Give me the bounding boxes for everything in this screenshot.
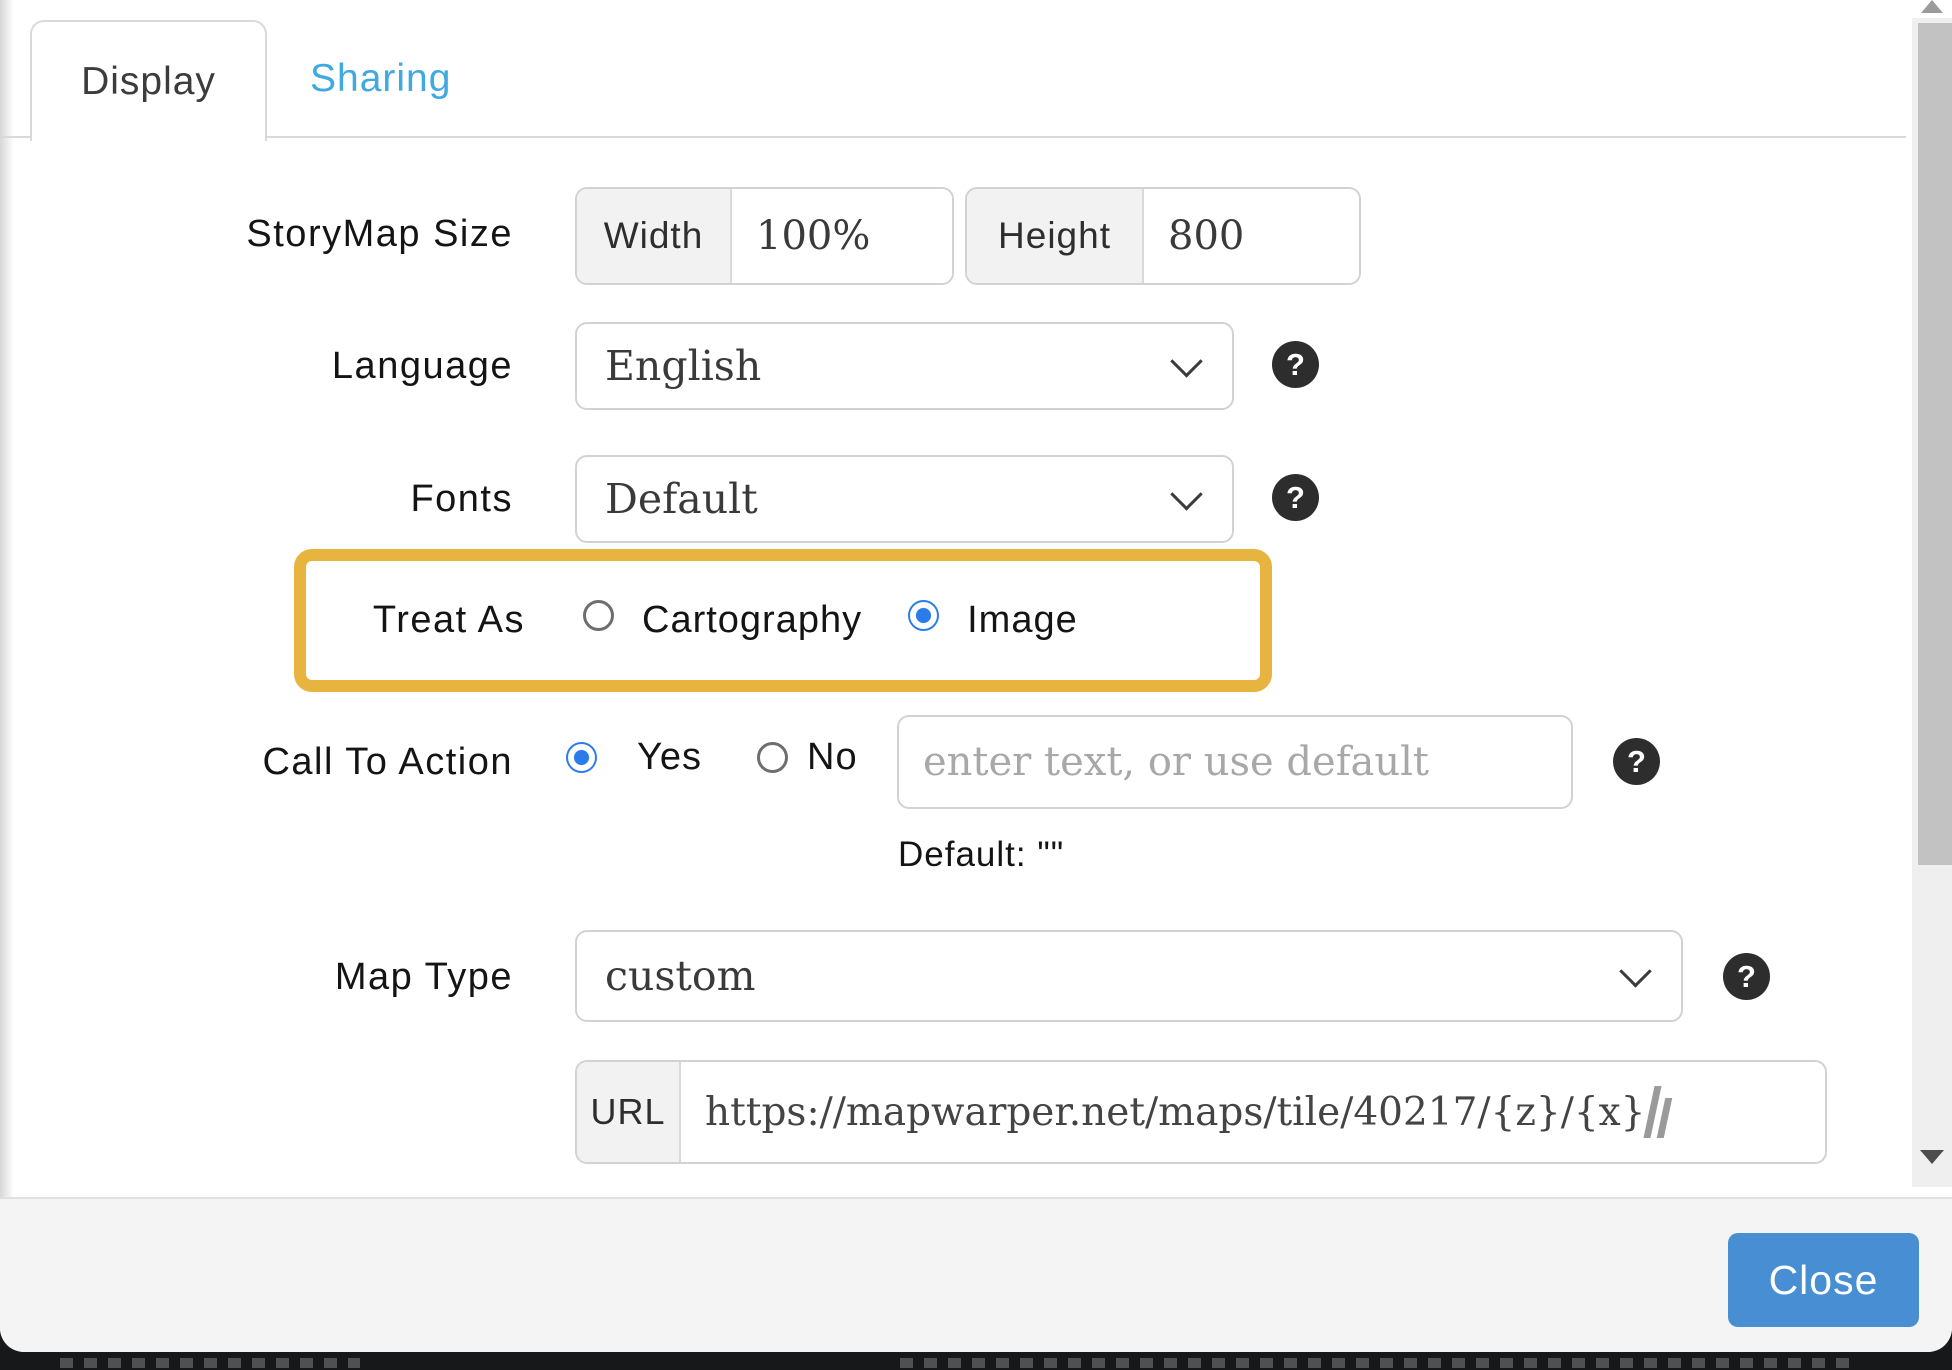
scroll-up-arrow-icon[interactable] <box>1921 0 1943 13</box>
treat-as-highlight-box: Treat As Cartography Image <box>294 549 1272 692</box>
url-label: URL <box>577 1062 681 1162</box>
cta-text-input[interactable] <box>897 715 1573 809</box>
treat-as-label: Treat As <box>306 599 525 642</box>
url-value-text: https://mapwarper.net/maps/tile/40217/{z… <box>705 1090 1645 1135</box>
height-input[interactable] <box>1144 189 1359 283</box>
fonts-selected-value: Default <box>605 475 758 523</box>
fonts-select[interactable]: Default <box>575 455 1234 543</box>
background-page-text <box>900 1358 1860 1368</box>
cta-no-label: No <box>807 736 858 779</box>
cta-no-radio[interactable] <box>757 742 788 773</box>
cta-help-icon[interactable]: ? <box>1613 738 1660 785</box>
scrollbar <box>1912 0 1952 1197</box>
dialog-left-edge <box>0 0 14 1352</box>
language-selected-value: English <box>605 342 761 390</box>
map-type-label: Map Type <box>110 953 513 1001</box>
language-label: Language <box>110 342 513 390</box>
fonts-label: Fonts <box>110 475 513 523</box>
chevron-down-icon <box>1170 478 1203 511</box>
background-page-text <box>60 1358 360 1368</box>
map-type-selected-value: custom <box>605 952 755 1000</box>
scroll-down-arrow-icon[interactable] <box>1920 1150 1944 1164</box>
cta-yes-radio[interactable] <box>566 742 597 773</box>
width-input-group: Width <box>575 187 954 285</box>
tab-sharing-label: Sharing <box>310 57 451 101</box>
treat-as-cartography-label: Cartography <box>642 599 862 642</box>
question-glyph: ? <box>1286 347 1305 383</box>
tabbar-divider <box>0 136 1906 138</box>
storymap-size-label: StoryMap Size <box>110 210 513 258</box>
question-glyph: ? <box>1286 480 1305 516</box>
chevron-down-icon <box>1619 955 1652 988</box>
fonts-help-icon[interactable]: ? <box>1272 474 1319 521</box>
map-type-help-icon[interactable]: ? <box>1723 953 1770 1000</box>
chevron-down-icon <box>1170 345 1203 378</box>
question-glyph: ? <box>1627 744 1646 780</box>
url-input[interactable]: https://mapwarper.net/maps/tile/40217/{z… <box>681 1062 1825 1162</box>
tab-display[interactable]: Display <box>30 20 267 141</box>
treat-as-image-radio[interactable] <box>908 600 939 631</box>
scrollbar-thumb[interactable] <box>1918 23 1952 865</box>
dialog-footer: Close <box>0 1197 1952 1352</box>
cta-yes-label: Yes <box>637 736 702 779</box>
tab-display-label: Display <box>81 60 216 104</box>
language-select[interactable]: English <box>575 322 1234 410</box>
width-input[interactable] <box>732 189 952 283</box>
treat-as-image-label: Image <box>967 599 1078 642</box>
cta-default-note: Default: "" <box>898 835 1064 875</box>
cta-label: Call To Action <box>110 738 513 786</box>
question-glyph: ? <box>1737 959 1756 995</box>
text-cursor-artifact <box>1649 1086 1668 1138</box>
width-label: Width <box>577 189 732 283</box>
height-label: Height <box>967 189 1144 283</box>
storymap-options-dialog: Display Sharing StoryMap Size Width Heig… <box>0 0 1952 1352</box>
language-help-icon[interactable]: ? <box>1272 341 1319 388</box>
url-input-group: URL https://mapwarper.net/maps/tile/4021… <box>575 1060 1827 1164</box>
tab-sharing[interactable]: Sharing <box>310 20 451 137</box>
height-input-group: Height <box>965 187 1361 285</box>
treat-as-cartography-radio[interactable] <box>583 600 614 631</box>
close-button[interactable]: Close <box>1728 1233 1919 1327</box>
map-type-select[interactable]: custom <box>575 930 1683 1022</box>
